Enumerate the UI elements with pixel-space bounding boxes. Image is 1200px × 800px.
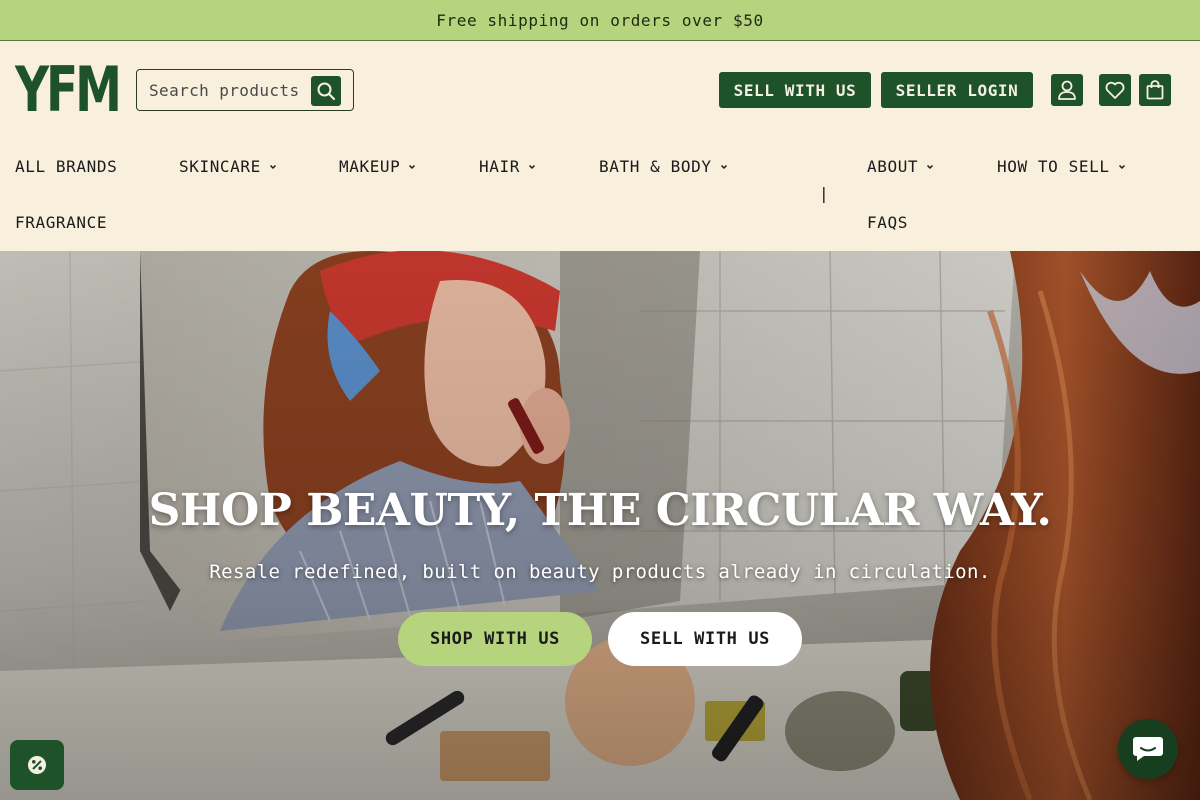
hero-banner: SHOP BEAUTY, THE CIRCULAR WAY. Resale re…: [0, 251, 1200, 800]
nav-label: BATH & BODY: [599, 157, 712, 176]
nav-fragrance[interactable]: FRAGRANCE: [15, 213, 107, 232]
nav-label: HAIR: [479, 157, 520, 176]
chevron-down-icon: [927, 164, 934, 169]
nav-hair[interactable]: HAIR: [479, 157, 536, 176]
account-button[interactable]: [1051, 74, 1083, 106]
nav-label: HOW TO SELL: [997, 157, 1110, 176]
shop-with-us-button[interactable]: SHOP WITH US: [398, 612, 592, 666]
nav-makeup[interactable]: MAKEUP: [339, 157, 416, 176]
nav-label: MAKEUP: [339, 157, 401, 176]
nav-all-brands[interactable]: ALL BRANDS: [15, 157, 117, 176]
nav-faqs[interactable]: FAQS: [867, 213, 908, 232]
discount-widget-button[interactable]: [10, 740, 64, 790]
site-header: YFM SELL WITH US SELLER LOGIN ALL BRANDS: [0, 41, 1200, 251]
nav-label: ALL BRANDS: [15, 157, 118, 176]
nav-bath-body[interactable]: BATH & BODY: [599, 157, 728, 176]
announcement-text: Free shipping on orders over $50: [436, 10, 764, 30]
chevron-down-icon: [528, 164, 535, 169]
account-icon: [1058, 80, 1076, 100]
chevron-down-icon: [409, 164, 416, 169]
logo-text: YFM: [15, 57, 119, 117]
chevron-down-icon: [1118, 164, 1125, 169]
search-input[interactable]: [149, 80, 309, 100]
chat-bubble-icon: [1133, 737, 1163, 761]
wishlist-button[interactable]: [1099, 74, 1131, 106]
nav-label: ABOUT: [867, 157, 919, 176]
hero-title: SHOP BEAUTY, THE CIRCULAR WAY.: [148, 485, 1052, 536]
cart-icon: [1146, 80, 1164, 100]
chevron-down-icon: [269, 164, 276, 169]
nav-skincare[interactable]: SKINCARE: [179, 157, 277, 176]
chevron-down-icon: [720, 164, 727, 169]
percent-badge-icon: [28, 756, 46, 774]
search-icon: [317, 82, 336, 101]
nav-label: SKINCARE: [179, 157, 261, 176]
announcement-bar: Free shipping on orders over $50: [0, 0, 1200, 41]
sell-with-us-button[interactable]: SELL WITH US: [719, 72, 871, 108]
nav-separator: |: [819, 184, 829, 203]
search-button[interactable]: [311, 76, 341, 106]
chat-button[interactable]: [1118, 719, 1178, 779]
search-box: [136, 69, 354, 111]
nav-label: FRAGRANCE: [15, 213, 108, 232]
nav-how-to-sell[interactable]: HOW TO SELL: [997, 157, 1126, 176]
seller-login-button[interactable]: SELLER LOGIN: [881, 72, 1033, 108]
cart-button[interactable]: [1139, 74, 1171, 106]
brand-logo[interactable]: YFM: [15, 57, 121, 117]
hero-sell-with-us-button[interactable]: SELL WITH US: [608, 612, 802, 666]
nav-about[interactable]: ABOUT: [867, 157, 934, 176]
nav-label: FAQS: [867, 213, 908, 232]
hero-subtitle: Resale redefined, built on beauty produc…: [209, 561, 991, 583]
heart-icon: [1105, 81, 1125, 99]
